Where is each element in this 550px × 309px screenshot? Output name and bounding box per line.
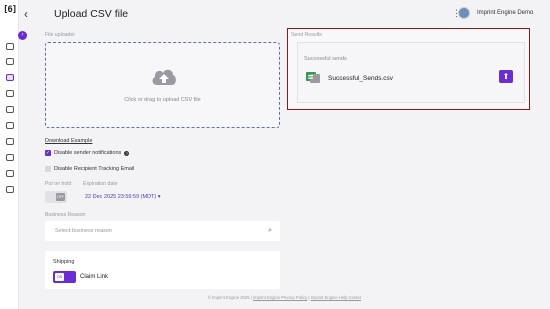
successful-sends-card: Successful sends Successful_Sends.csv ⬆ (297, 42, 525, 103)
put-on-hold-toggle[interactable]: OFF (45, 191, 67, 203)
avatar[interactable] (458, 7, 470, 19)
upload-prompt: Click or drag to upload CSV file (124, 97, 201, 103)
shipping-title: Shipping (53, 259, 75, 265)
truck-icon[interactable] (6, 106, 14, 113)
sidebar: [6] (0, 0, 19, 309)
footer-separator: | (250, 295, 252, 300)
inbox-icon[interactable] (6, 170, 14, 177)
help-center-link[interactable]: Imprint Engine Help Center (311, 295, 362, 300)
claim-link-label: Claim Link (80, 274, 109, 280)
expiration-date-label: Expiration date (83, 181, 118, 187)
put-on-hold-label: Put on hold (45, 181, 72, 187)
settings-icon[interactable] (6, 186, 14, 193)
shipping-card: Shipping ON Claim Link (45, 251, 280, 289)
info-icon[interactable]: ? (124, 150, 130, 156)
expiration-date-select[interactable]: 22 Dec 2025 23:59:59 (MDT) ▾ (85, 194, 161, 200)
footer: © Imprint Engine 2025 | Imprint Engine P… (19, 295, 550, 300)
footer-separator: | (308, 295, 310, 300)
page-title: Upload CSV file (54, 8, 129, 20)
collapse-sidebar-button[interactable]: ‹ (18, 31, 27, 40)
clipboard-icon[interactable] (6, 122, 14, 129)
claim-link-toggle[interactable]: ON (53, 271, 76, 283)
business-reason-placeholder: Select business reason (55, 228, 112, 234)
successful-sends-title: Successful sends (304, 56, 347, 62)
send-results-label: Send Results (291, 32, 322, 38)
send-icon[interactable] (6, 58, 14, 65)
account-name[interactable]: Imprint Engine Demo (477, 10, 533, 16)
toggle-off-text: OFF (56, 193, 65, 201)
business-reason-select[interactable]: Select business reason ⌕ (45, 221, 280, 241)
uploader-label: File uploader (45, 32, 75, 38)
box-icon[interactable] (6, 90, 14, 97)
toggle-on-text: ON (55, 273, 64, 281)
csv-file-icon (306, 72, 320, 83)
privacy-policy-link[interactable]: Imprint Engine Privacy Policy (253, 295, 307, 300)
disable-tracking-email-label: Disable Recipient Tracking Email (54, 166, 135, 172)
download-file-button[interactable]: ⬆ (499, 70, 513, 83)
send-results-panel: Send Results Successful sends Successful… (287, 28, 530, 110)
search-icon: ⌕ (268, 227, 272, 234)
download-example-link[interactable]: Download Example (45, 138, 92, 144)
business-reason-label: Business Reason (45, 212, 86, 218)
brand-logo[interactable]: [6] (3, 5, 17, 17)
file-upload-dropzone[interactable]: Click or drag to upload CSV file (45, 42, 280, 128)
disable-sender-notifications-row[interactable]: ✓ Disable sender notifications ? (45, 150, 130, 156)
disable-sender-notifications-label: Disable sender notifications (54, 150, 122, 156)
home-icon[interactable] (6, 43, 14, 50)
checkbox-checked-icon[interactable]: ✓ (45, 150, 51, 156)
globe-icon[interactable] (6, 154, 14, 161)
result-file-name: Successful_Sends.csv (328, 75, 394, 82)
kebab-menu-icon[interactable]: ⋮ (452, 8, 461, 19)
cloud-upload-icon (152, 69, 176, 85)
back-arrow-icon[interactable]: ‹ (24, 7, 28, 21)
gift-icon[interactable] (6, 74, 14, 81)
checkbox-unchecked-icon[interactable] (45, 166, 51, 172)
disable-tracking-email-row[interactable]: Disable Recipient Tracking Email (45, 166, 134, 172)
footer-copyright: © Imprint Engine 2025 (207, 295, 250, 300)
users-icon[interactable] (6, 138, 14, 145)
